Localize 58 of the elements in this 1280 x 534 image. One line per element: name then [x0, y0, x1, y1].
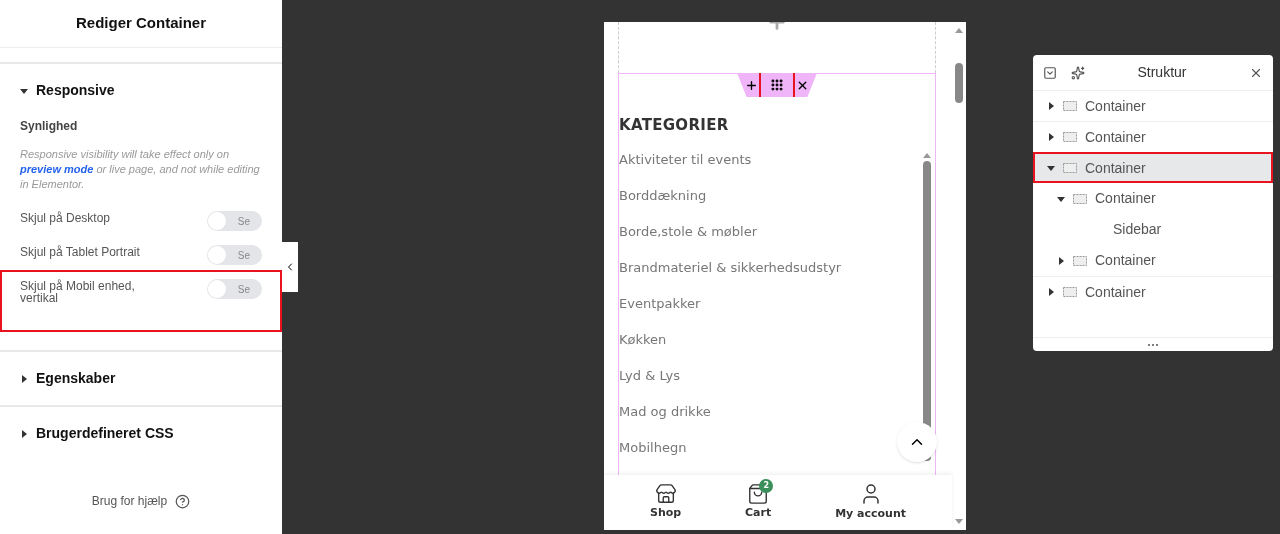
category-link[interactable]: Borde,stole & møbler [619, 222, 758, 240]
toggle-label: Skjul på Tablet Portrait [20, 245, 141, 258]
tree-item[interactable]: Container [1033, 152, 1273, 183]
caret-icon [1057, 256, 1065, 265]
visibility-note: Responsive visibility will take effect only on preview mode or live page, and not while editing in Elementor. [20, 147, 261, 192]
toggle-label: Skjul på Desktop [20, 211, 112, 224]
category-link[interactable]: Køkken [619, 330, 667, 348]
structure-title: Struktur [1136, 63, 1188, 82]
container-icon [1063, 287, 1077, 297]
caret-icon [20, 374, 28, 383]
category-link[interactable]: Eventpakker [619, 294, 701, 312]
help-link[interactable]: Brug for hjælp [91, 492, 168, 510]
category-link[interactable]: Mad og drikke [619, 402, 711, 420]
tree-item[interactable]: Container [1033, 276, 1273, 307]
toggle-label: Skjul på Mobil enhed, vertikal [20, 279, 136, 304]
sparkle-icon[interactable] [1071, 65, 1085, 80]
scroll-top-button[interactable] [897, 422, 937, 462]
caret-icon [1047, 133, 1055, 141]
category-link[interactable]: Brandmateriel & sikkerhedsudstyr [619, 258, 842, 276]
scroll-up-arrow-icon [955, 28, 963, 33]
caret-icon [1047, 102, 1055, 110]
panel-title: Rediger Container [0, 0, 282, 48]
preview-mode-link[interactable]: preview mode [20, 163, 94, 175]
drag-handle-icon[interactable] [770, 78, 784, 92]
tree-item[interactable]: Sidebar [1033, 214, 1273, 245]
category-link[interactable]: Lyd & Lys [619, 366, 680, 384]
cart-count-badge: 2 [759, 479, 774, 494]
section-header[interactable]: Egenskaber [0, 352, 282, 405]
dropdown-icon[interactable] [1043, 65, 1057, 80]
tree-item[interactable]: Container [1033, 90, 1273, 121]
container-icon [1073, 255, 1087, 266]
tree-item[interactable]: Container [1033, 183, 1273, 214]
caret-icon [20, 86, 28, 95]
subheading: Synlighed [20, 118, 79, 135]
caret-icon [1047, 164, 1055, 172]
nav-tab[interactable]: Shop [649, 483, 682, 522]
category-link[interactable]: Borddækning [619, 186, 707, 204]
section-header[interactable]: Responsive [0, 64, 282, 117]
resize-handle-icon[interactable] [1148, 343, 1158, 346]
category-link[interactable]: Aktiviteter til events [619, 150, 752, 168]
container-icon [1063, 132, 1077, 142]
scroll-up-arrow-icon [923, 152, 931, 158]
caret-icon [20, 429, 28, 438]
help-icon [175, 493, 191, 509]
section-header[interactable]: Brugerdefineret CSS [0, 407, 282, 460]
caret-icon [1047, 288, 1055, 296]
container-icon [1073, 193, 1087, 204]
scroll-down-arrow-icon [955, 519, 963, 524]
container-icon [1063, 101, 1077, 111]
add-icon[interactable] [745, 78, 758, 92]
container-icon [1063, 163, 1077, 173]
store-icon [654, 483, 677, 506]
caret-icon [1057, 194, 1065, 203]
category-heading: KATEGORIER [619, 115, 730, 136]
scrollbar-thumb[interactable] [955, 63, 963, 103]
nav-tab[interactable]: My account [835, 482, 907, 523]
category-link[interactable]: Mobilhegn [619, 438, 687, 456]
tree-item[interactable]: Container [1033, 245, 1273, 276]
